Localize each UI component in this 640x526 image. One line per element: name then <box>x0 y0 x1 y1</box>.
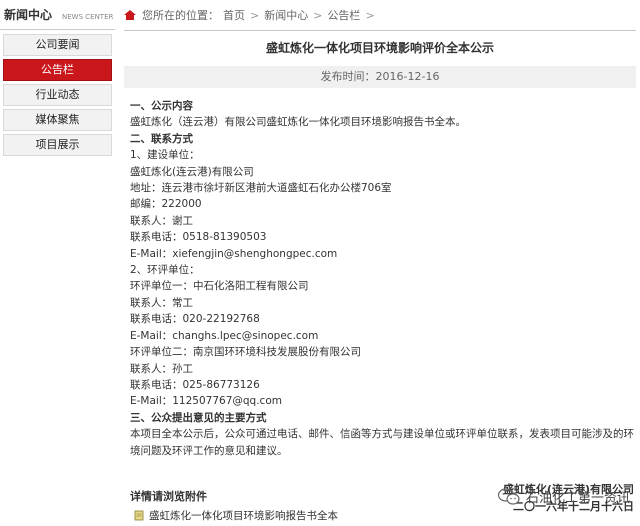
sidebar-title: 新闻中心 <box>4 8 53 22</box>
section-heading: 三、公众提出意见的主要方式 <box>130 411 267 424</box>
wechat-icon <box>497 487 520 505</box>
section-heading: 二、联系方式 <box>130 132 193 145</box>
breadcrumb-separator: > <box>313 8 323 22</box>
body-line: 联系电话：020-22192768 <box>130 313 260 326</box>
body-line: 环评单位一：中石化洛阳工程有限公司 <box>130 280 309 293</box>
main-content: 您所在的位置： 首页 > 新闻中心 > 公告栏 > 盛虹炼化一体化项目环境影响评… <box>124 0 636 526</box>
publish-date: 发布时间：2016-12-16 <box>124 66 636 88</box>
body-line: 2、环评单位： <box>130 264 200 277</box>
home-icon[interactable] <box>124 10 136 20</box>
document-icon <box>134 510 144 521</box>
breadcrumb-news-center[interactable]: 新闻中心 <box>264 7 308 23</box>
body-line: 联系人：孙工 <box>130 362 193 375</box>
watermark-text: 石油化工第一资讯 <box>525 491 630 506</box>
sidebar-item-company-news[interactable]: 公司要闻 <box>3 34 112 56</box>
sidebar-subtitle: NEWS CENTER <box>62 13 114 21</box>
body-line: 联系电话：0518-81390503 <box>130 231 267 244</box>
sidebar-item-announcements[interactable]: 公告栏 <box>3 59 112 81</box>
sidebar-item-projects[interactable]: 项目展示 <box>3 134 112 156</box>
body-line: 邮编：222000 <box>130 198 202 211</box>
breadcrumb-separator: > <box>250 8 260 22</box>
article-title: 盛虹炼化一体化项目环境影响评价全本公示 <box>265 41 494 55</box>
body-line: 环评单位二：南京国环环境科技发展股份有限公司 <box>130 346 361 359</box>
breadcrumb: 您所在的位置： 首页 > 新闻中心 > 公告栏 > <box>124 0 636 31</box>
sidebar: 新闻中心 NEWS CENTER 公司要闻 公告栏 行业动态 媒体聚焦 项目展示 <box>0 0 115 526</box>
body-line: 地址：连云港市徐圩新区港前大道盛虹石化办公楼706室 <box>130 182 392 195</box>
section-heading: 一、公示内容 <box>130 100 193 112</box>
sidebar-item-media[interactable]: 媒体聚焦 <box>3 109 112 131</box>
sidebar-header: 新闻中心 NEWS CENTER <box>0 0 115 30</box>
body-line: 联系人：常工 <box>130 296 193 309</box>
body-line: 联系人：谢工 <box>130 214 193 227</box>
breadcrumb-announcements[interactable]: 公告栏 <box>327 7 360 23</box>
body-paragraph: 本项目全本公示后，公众可通过电话、邮件、信函等方式与建设单位或环评单位联系，发表… <box>130 428 634 457</box>
email-line: E-Mail：112507767@qq.com <box>130 395 282 408</box>
email-line: E-Mail：changhs.lpec@sinopec.com <box>130 329 319 342</box>
attachment-filename[interactable]: 盛虹炼化一体化项目环境影响报告书全本 <box>149 508 338 523</box>
sidebar-menu: 公司要闻 公告栏 行业动态 媒体聚焦 项目展示 <box>0 34 115 156</box>
body-line: 盛虹炼化(连云港)有限公司 <box>130 165 254 178</box>
attachments-heading: 详情请浏览附件 <box>130 490 207 503</box>
attachment-link[interactable]: 盛虹炼化一体化项目环境影响报告书全本 <box>134 508 338 523</box>
breadcrumb-prefix: 您所在的位置： <box>142 9 219 22</box>
body-line: 1、建设单位： <box>130 149 200 162</box>
breadcrumb-home[interactable]: 首页 <box>223 7 245 23</box>
body-line: 盛虹炼化（连云港）有限公司盛虹炼化一体化项目环境影响报告书全本。 <box>130 116 466 129</box>
sidebar-item-industry-news[interactable]: 行业动态 <box>3 84 112 106</box>
email-line: E-Mail：xiefengjin@shenghongpec.com <box>130 247 338 260</box>
breadcrumb-separator: > <box>365 8 375 22</box>
article-body: 一、公示内容 盛虹炼化（连云港）有限公司盛虹炼化一体化项目环境影响报告书全本。 … <box>124 98 636 515</box>
body-line: 联系电话：025-86773126 <box>130 378 260 391</box>
watermark: 石油化工第一资讯 <box>497 487 630 506</box>
